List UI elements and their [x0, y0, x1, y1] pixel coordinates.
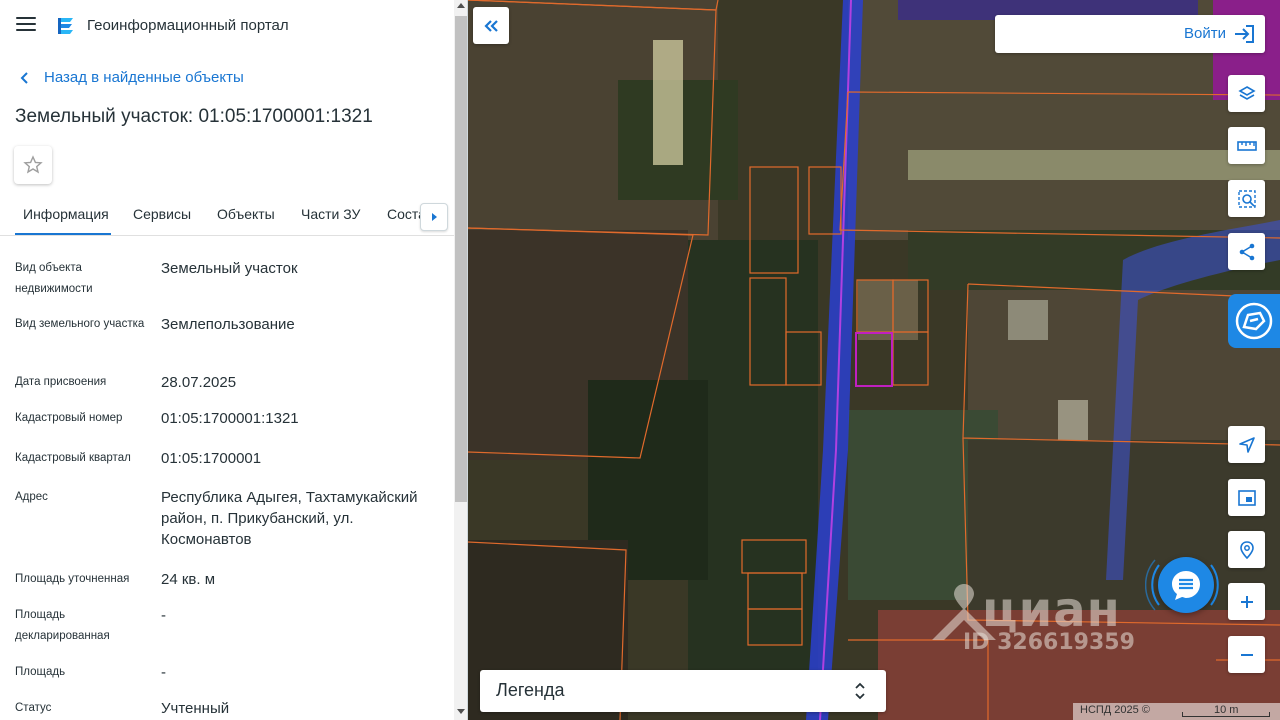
field-label: Площадь уточненная: [15, 573, 130, 585]
field-value: -: [161, 664, 166, 681]
info-panel: Геоинформационный портал Назад в найденн…: [0, 0, 468, 720]
field-label: Адрес: [15, 491, 48, 503]
zoom-out-button[interactable]: [1228, 636, 1265, 673]
ruler-icon: [1236, 140, 1257, 151]
tab-objects[interactable]: Объекты: [217, 206, 275, 222]
field-value: 01:05:1700001: [161, 450, 262, 467]
app-header: Геоинформационный портал: [0, 0, 454, 52]
active-tab-indicator: [15, 233, 111, 235]
collapse-panel-button[interactable]: [473, 7, 509, 44]
ruler-button[interactable]: [1228, 127, 1265, 164]
legend-dropdown[interactable]: Легенда: [480, 670, 886, 712]
chat-icon: [1172, 571, 1200, 600]
caret-right-icon: [432, 213, 437, 221]
tabs-scroll-right-button[interactable]: [420, 203, 448, 231]
star-icon: [23, 155, 43, 174]
navigate-button[interactable]: [1228, 426, 1265, 463]
app-title: Геоинформационный портал: [87, 17, 289, 34]
field-value: -: [161, 607, 166, 624]
legend-label: Легенда: [496, 680, 565, 700]
watermark-id: ID 326619359: [963, 630, 1135, 655]
back-to-results-link[interactable]: Назад в найденные объекты: [18, 69, 244, 86]
scroll-down-arrow-icon[interactable]: [457, 709, 465, 714]
area-select-icon: [1237, 189, 1256, 208]
expand-collapse-icon: [855, 682, 865, 700]
panel-scrollbar-thumb[interactable]: [455, 16, 467, 502]
login-icon: [1235, 25, 1254, 43]
back-link-label: Назад в найденные объекты: [44, 69, 244, 86]
location-search-button[interactable]: [1228, 531, 1265, 568]
layers-button[interactable]: [1228, 75, 1265, 112]
login-label: Войти: [1184, 25, 1226, 42]
tab-information[interactable]: Информация: [23, 206, 109, 222]
page-title: Земельный участок: 01:05:1700001:1321: [15, 106, 373, 127]
location-search-icon: [1239, 540, 1254, 559]
minimap-button[interactable]: [1228, 479, 1265, 516]
scale-label: 10 m: [1214, 704, 1239, 716]
login-button[interactable]: Войти: [995, 15, 1265, 53]
copyright-text: НСПД 2025 ©: [1080, 704, 1150, 716]
field-label: Статус: [15, 702, 52, 714]
field-value: Республика Адыгея, Тахтамукайский район,…: [161, 489, 418, 548]
layers-icon: [1237, 85, 1256, 100]
field-label: Площадь декларированная: [15, 609, 110, 642]
double-chevron-left-icon: [484, 19, 498, 32]
favorite-button[interactable]: [14, 146, 52, 184]
tab-parts[interactable]: Части ЗУ: [301, 206, 360, 222]
hamburger-icon[interactable]: [16, 17, 36, 33]
zoom-in-button[interactable]: [1228, 583, 1265, 620]
map-document-icon: [1235, 302, 1273, 340]
zoom-in-icon: [1240, 595, 1253, 608]
field-label: Дата присвоения: [15, 376, 107, 388]
field-label: Кадастровый номер: [15, 412, 123, 424]
field-value: Землепользование: [161, 316, 295, 333]
portal-logo-icon: [58, 18, 73, 34]
field-value: Учтенный: [161, 700, 230, 717]
tab-bar: Информация Сервисы Объекты Части ЗУ Сост…: [0, 196, 454, 236]
field-label: Вид земельного участка: [15, 318, 145, 330]
field-value: 24 кв. м: [161, 571, 216, 588]
area-select-button[interactable]: [1228, 180, 1265, 217]
field-label: Кадастровый квартал: [15, 452, 131, 464]
share-icon: [1239, 243, 1254, 260]
tab-services[interactable]: Сервисы: [133, 206, 191, 222]
navigation-arrow-icon: [1238, 436, 1255, 453]
picture-in-picture-icon: [1237, 489, 1256, 506]
chevron-left-icon: [20, 71, 28, 84]
field-value: 28.07.2025: [161, 374, 237, 391]
field-label: Площадь: [15, 666, 66, 678]
extra-panel-tab[interactable]: [1228, 294, 1280, 348]
share-button[interactable]: [1228, 233, 1265, 270]
scroll-up-arrow-icon[interactable]: [457, 3, 465, 8]
field-label: Вид объекта недвижимости: [15, 262, 93, 295]
field-value: Земельный участок: [161, 260, 298, 277]
zoom-out-icon: [1240, 653, 1253, 656]
field-value: 01:05:1700001:1321: [161, 410, 299, 427]
